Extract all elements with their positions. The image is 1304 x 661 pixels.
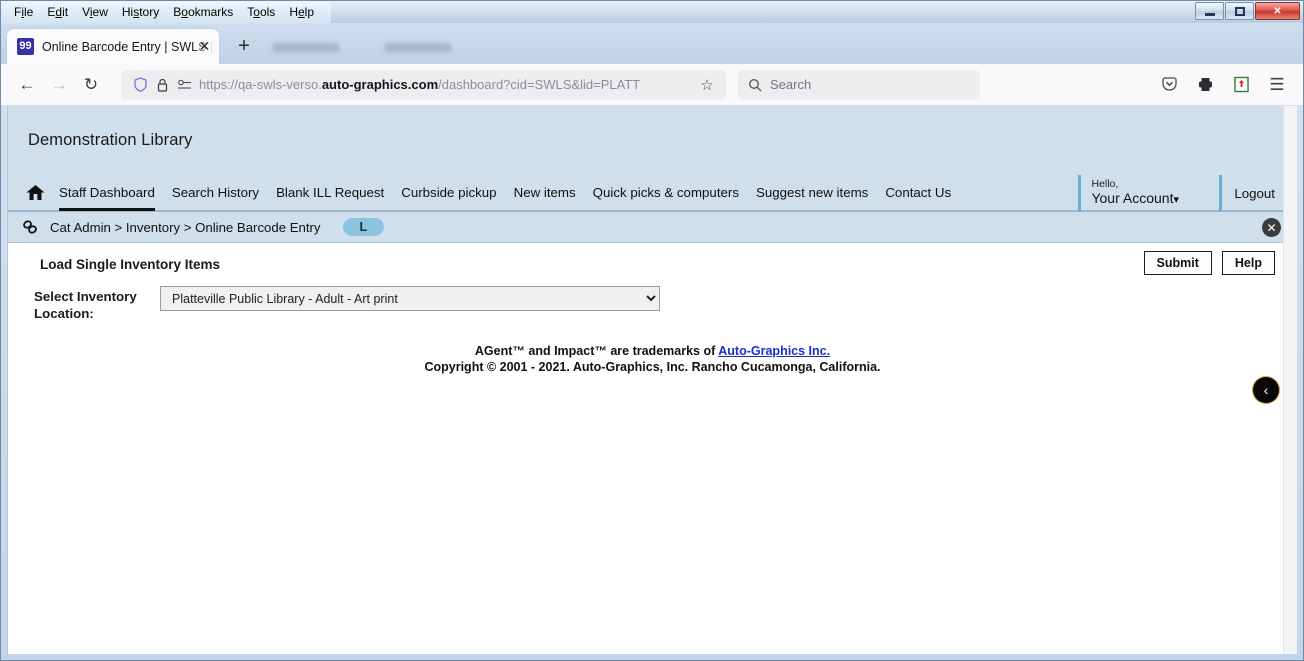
nav-suggest-new-items[interactable]: Suggest new items	[756, 173, 868, 211]
search-icon	[748, 78, 762, 91]
print-icon[interactable]	[1189, 70, 1221, 100]
home-icon[interactable]	[26, 184, 45, 201]
nav-quick-picks-computers[interactable]: Quick picks & computers	[593, 173, 739, 211]
app-header: Demonstration Library	[8, 106, 1297, 174]
ghost-tab	[385, 43, 451, 52]
action-buttons: Submit Help	[1143, 251, 1275, 275]
page-viewport: Demonstration Library 文A AuthorTitleSubj…	[7, 106, 1297, 654]
nav-staff-dashboard[interactable]: Staff Dashboard	[59, 173, 155, 211]
permissions-icon[interactable]	[173, 79, 195, 91]
ghost-tab	[273, 43, 339, 52]
tab-favicon-icon: 99	[17, 38, 34, 55]
browser-tab[interactable]: 99 Online Barcode Entry | SWLS | pl ✕	[7, 29, 219, 64]
window-close-button[interactable]: ✕	[1255, 2, 1300, 20]
page-title: Load Single Inventory Items	[40, 257, 221, 272]
toolbar-right-icons: ☰	[1153, 70, 1293, 100]
footer-copyright: AGent™ and Impact™ are trademarks of Aut…	[8, 344, 1297, 374]
nav-blank-ill-request[interactable]: Blank ILL Request	[276, 173, 384, 211]
inventory-location-row: Select Inventory Location: Platteville P…	[34, 286, 1297, 322]
menu-edit[interactable]: Edit	[40, 3, 75, 21]
tab-title: Online Barcode Entry | SWLS | pl	[42, 39, 213, 54]
menu-help[interactable]: Help	[282, 3, 321, 21]
menu-file[interactable]: File	[7, 3, 40, 21]
chevron-down-icon: ▾	[1173, 194, 1179, 206]
trademark-line: AGent™ and Impact™ are trademarks of Aut…	[8, 344, 1297, 358]
app-menu-icon[interactable]: ☰	[1261, 70, 1293, 100]
library-name: Demonstration Library	[28, 130, 193, 149]
menu-tools[interactable]: Tools	[240, 3, 282, 21]
forward-button[interactable]: →	[43, 70, 75, 100]
auto-graphics-link[interactable]: Auto-Graphics Inc.	[718, 344, 830, 358]
nav-contact-us[interactable]: Contact Us	[885, 173, 951, 211]
browser-window: ✕ File Edit View History Bookmarks Tools…	[0, 0, 1304, 661]
url-bar[interactable]: https://qa-swls-verso.auto-graphics.com/…	[121, 69, 726, 100]
inventory-location-label: Select Inventory Location:	[34, 289, 137, 321]
nav-curbside-pickup[interactable]: Curbside pickup	[401, 173, 496, 211]
hello-label: Hello,	[1091, 178, 1119, 190]
window-maximize-button[interactable]	[1225, 2, 1254, 20]
submit-button[interactable]: Submit	[1143, 251, 1212, 275]
help-button[interactable]: Help	[1221, 251, 1275, 275]
new-tab-button[interactable]: +	[229, 31, 259, 61]
account-label: Your Account▾	[1091, 190, 1179, 208]
breadcrumb-badge[interactable]: L	[342, 218, 385, 236]
tab-strip: 99 Online Barcode Entry | SWLS | pl ✕ +	[1, 23, 1303, 64]
shield-icon[interactable]	[129, 77, 151, 92]
back-circle-button[interactable]: ‹	[1253, 377, 1279, 403]
copyright-line: Copyright © 2001 - 2021. Auto-Graphics, …	[424, 360, 881, 374]
reload-button[interactable]: ↻	[75, 70, 107, 100]
menu-view[interactable]: View	[75, 3, 115, 21]
menu-history[interactable]: History	[115, 3, 166, 21]
lock-icon[interactable]	[151, 78, 173, 92]
main-navigation: Staff Dashboard Search History Blank ILL…	[8, 174, 1297, 212]
link-chain-icon	[22, 219, 40, 235]
url-text: https://qa-swls-verso.auto-graphics.com/…	[199, 77, 641, 92]
close-icon[interactable]: ✕	[1262, 218, 1281, 237]
page-scrollbar[interactable]	[1283, 106, 1297, 654]
nav-search-history[interactable]: Search History	[172, 173, 259, 211]
account-text: Your Account	[1091, 190, 1174, 206]
back-button[interactable]: ←	[11, 70, 43, 100]
browser-search-placeholder: Search	[770, 77, 812, 92]
window-minimize-button[interactable]	[1195, 2, 1224, 20]
browser-toolbar: ← → ↻ https://qa-swls-verso.auto-graphic…	[1, 64, 1303, 106]
bookmark-star-icon[interactable]: ☆	[696, 76, 718, 94]
breadcrumb[interactable]: Cat Admin > Inventory > Online Barcode E…	[50, 220, 321, 235]
browser-menu-bar: File Edit View History Bookmarks Tools H…	[1, 1, 332, 23]
pocket-icon[interactable]	[1153, 70, 1185, 100]
logout-label: Logout	[1234, 185, 1275, 201]
main-content: Load Single Inventory Items Select Inven…	[8, 243, 1297, 654]
browser-search-box[interactable]: Search	[738, 69, 980, 100]
nav-new-items[interactable]: New items	[514, 173, 576, 211]
account-menu[interactable]: Hello, Your Account▾	[1078, 175, 1179, 211]
inventory-location-select[interactable]: Platteville Public Library - Adult - Art…	[160, 286, 660, 311]
menu-bookmarks[interactable]: Bookmarks	[166, 3, 240, 21]
background-tabs-blurred	[273, 43, 451, 52]
extension-icon[interactable]	[1225, 70, 1257, 100]
logout-button[interactable]: Logout	[1219, 175, 1275, 211]
breadcrumb-bar: Cat Admin > Inventory > Online Barcode E…	[8, 212, 1297, 243]
trademark-text: AGent™ and Impact™ are trademarks of	[474, 344, 719, 358]
tab-close-icon[interactable]: ✕	[196, 38, 213, 55]
